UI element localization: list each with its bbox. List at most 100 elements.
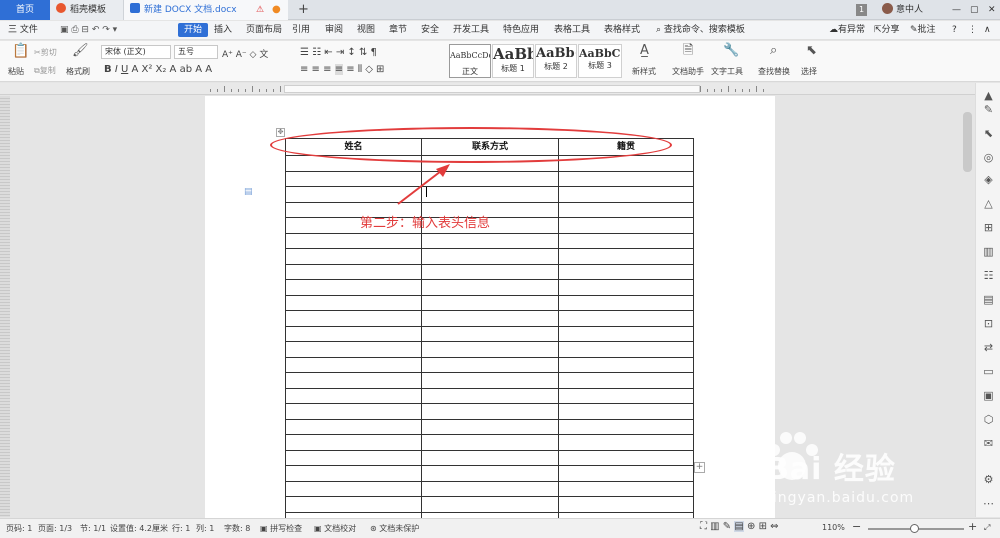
paragraph-marker-icon[interactable]: ▤ bbox=[244, 187, 253, 197]
image-icon[interactable]: ▣ bbox=[982, 389, 995, 402]
menu-features[interactable]: 特色应用 bbox=[503, 21, 539, 40]
vertical-scrollbar[interactable] bbox=[963, 112, 972, 172]
file-menu[interactable]: 三 文件 bbox=[8, 21, 38, 40]
zoom-level[interactable]: 110% bbox=[822, 523, 845, 532]
grid-icon[interactable]: ⊞ bbox=[982, 221, 995, 234]
share-button[interactable]: ⇱分享 bbox=[874, 21, 900, 40]
proofread-button[interactable]: ▣ 文档校对 bbox=[314, 523, 356, 534]
more-menu-button[interactable]: ⋮ bbox=[968, 21, 977, 40]
find-replace-button[interactable]: 查找替换 bbox=[758, 66, 790, 77]
table-move-handle[interactable]: ✥ bbox=[276, 128, 285, 137]
format-painter-icon[interactable]: 🖌 bbox=[72, 44, 89, 57]
doc-assistant-icon: 🗎 bbox=[683, 43, 694, 58]
style-normal-preview: AaBbCcDd bbox=[450, 51, 490, 60]
style-heading1[interactable]: AaBb 标题 1 bbox=[492, 44, 534, 78]
share-label: 分享 bbox=[881, 25, 900, 35]
style-heading3[interactable]: AaBbC( 标题 3 bbox=[578, 44, 622, 78]
vertical-ruler[interactable] bbox=[0, 96, 10, 517]
menu-review[interactable]: 审阅 bbox=[325, 21, 343, 40]
minimize-button[interactable]: — bbox=[946, 0, 961, 20]
comment-button[interactable]: ✎批注 bbox=[910, 21, 936, 40]
font-name-select[interactable]: 宋体 (正文) bbox=[101, 45, 171, 59]
maximize-button[interactable]: ▢ bbox=[964, 0, 979, 20]
cursor-select-icon[interactable]: ⬉ bbox=[982, 127, 995, 140]
menu-view[interactable]: 视图 bbox=[357, 21, 375, 40]
shield-icon[interactable]: ⊡ bbox=[982, 317, 995, 330]
shapes-icon[interactable]: ◈ bbox=[982, 173, 995, 186]
menu-chapter[interactable]: 章节 bbox=[389, 21, 407, 40]
collapse-sidebar-icon[interactable]: ▲ bbox=[982, 89, 995, 102]
more-tools-icon[interactable]: ⋯ bbox=[982, 497, 995, 510]
sync-icon[interactable]: ⇄ bbox=[982, 341, 995, 354]
menu-insert[interactable]: 插入 bbox=[214, 21, 232, 40]
new-style-button[interactable]: 新样式 bbox=[632, 66, 656, 77]
cut-button[interactable]: ✂剪切 bbox=[34, 47, 57, 58]
font-format-buttons[interactable]: B I U A X² X₂ A ab A A bbox=[104, 64, 212, 75]
style-normal[interactable]: AaBbCcDd 正文 bbox=[449, 44, 491, 78]
triangle-icon[interactable]: △ bbox=[982, 197, 995, 210]
paste-button[interactable]: 粘贴 bbox=[8, 66, 24, 77]
menu-page-layout[interactable]: 页面布局 bbox=[246, 21, 282, 40]
quick-access-toolbar[interactable]: ▣ ⎙ ⊟ ↶ ↷ ▾ bbox=[60, 21, 117, 40]
table-row-line bbox=[286, 512, 693, 513]
ruler-tick bbox=[700, 86, 701, 92]
list-buttons[interactable]: ☰ ☷ ⇤ ⇥ ↕ ⇅ ¶ bbox=[300, 47, 377, 58]
close-window-button[interactable]: ✕ bbox=[982, 0, 996, 20]
doc-assistant-button[interactable]: 文档助手 bbox=[672, 66, 704, 77]
copy-button[interactable]: ⧉复制 bbox=[34, 65, 56, 76]
adjust-icon[interactable]: ☷ bbox=[982, 269, 995, 282]
tab-templates[interactable]: 稻壳模板 bbox=[50, 0, 124, 20]
issue-button[interactable]: ☁有异常 bbox=[829, 21, 865, 40]
tab-document[interactable]: 新建 DOCX 文档.docx ⚠ ● bbox=[124, 0, 288, 20]
add-row-button[interactable]: + bbox=[694, 462, 705, 473]
zoom-out-button[interactable]: − bbox=[852, 520, 861, 533]
baidu-watermark: Bai 经验 jingyan.baidu.com bbox=[762, 424, 972, 514]
command-search[interactable]: ⌕ 查找命令、搜索模板 bbox=[656, 21, 745, 40]
text-tools-button[interactable]: 文字工具 bbox=[711, 66, 743, 77]
font-size-select[interactable]: 五号 bbox=[174, 45, 218, 59]
find-icon: ⌕ bbox=[770, 43, 778, 58]
view-mode-buttons[interactable]: ⛶ ▥ ✎ ▤ ⊕ ⊞ ⇔ bbox=[700, 521, 779, 532]
proofread-icon: ▣ bbox=[314, 524, 322, 533]
user-menu[interactable]: 意中人 bbox=[876, 0, 923, 20]
zoom-in-button[interactable]: + bbox=[968, 520, 977, 533]
fit-page-button[interactable]: ⤢ bbox=[984, 523, 990, 533]
table-row-line bbox=[286, 264, 693, 265]
font-size-adjust[interactable]: A⁺ A⁻ ◇ 文 bbox=[222, 47, 268, 60]
book-icon[interactable]: ▥ bbox=[982, 245, 995, 258]
protect-button[interactable]: ⊛ 文档未保护 bbox=[370, 523, 419, 534]
menu-table-style[interactable]: 表格样式 bbox=[604, 21, 640, 40]
badge-icon[interactable]: ⬡ bbox=[982, 413, 995, 426]
menu-developer[interactable]: 开发工具 bbox=[453, 21, 489, 40]
word-doc-icon bbox=[130, 3, 140, 13]
zoom-slider-thumb[interactable] bbox=[910, 524, 919, 533]
spellcheck-button[interactable]: ▣ 拼写检查 bbox=[260, 523, 302, 534]
mail-icon[interactable]: ✉ bbox=[982, 437, 995, 450]
table-row-line bbox=[286, 434, 693, 435]
table-row-line bbox=[286, 372, 693, 373]
select-button[interactable]: 选择 bbox=[801, 66, 817, 77]
help-button[interactable]: ? bbox=[952, 21, 957, 40]
menu-security[interactable]: 安全 bbox=[421, 21, 439, 40]
document-table[interactable]: 姓名 联系方式 籍贯 bbox=[285, 138, 694, 519]
layers-icon[interactable]: ▤ bbox=[982, 293, 995, 306]
folder-icon[interactable]: ▭ bbox=[982, 365, 995, 378]
location-icon[interactable]: ◎ bbox=[982, 151, 995, 164]
new-tab-button[interactable]: + bbox=[292, 0, 309, 20]
table-row-line bbox=[286, 357, 693, 358]
status-wordcount[interactable]: 字数: 8 bbox=[224, 523, 250, 534]
menu-start[interactable]: 开始 bbox=[178, 23, 209, 37]
collapse-ribbon-button[interactable]: ∧ bbox=[984, 21, 991, 40]
style-heading3-preview: AaBbC( bbox=[579, 47, 621, 60]
ruler-active-area[interactable] bbox=[284, 85, 700, 93]
settings-icon[interactable]: ⚙ bbox=[982, 473, 995, 486]
align-buttons[interactable]: ≡ ≡ ≡ ≡ ≡ ⫴ ◇ ⊞ bbox=[300, 64, 384, 75]
tab-home[interactable]: 首页 bbox=[0, 0, 50, 20]
pen-icon[interactable]: ✎ bbox=[982, 103, 995, 116]
paste-icon[interactable]: 📋 bbox=[12, 44, 29, 58]
menu-table-tools[interactable]: 表格工具 bbox=[554, 21, 590, 40]
protect-label: 文档未保护 bbox=[379, 524, 420, 533]
style-heading2[interactable]: AaBb( 标题 2 bbox=[535, 44, 577, 78]
format-painter-button[interactable]: 格式刷 bbox=[66, 66, 90, 77]
menu-references[interactable]: 引用 bbox=[292, 21, 310, 40]
